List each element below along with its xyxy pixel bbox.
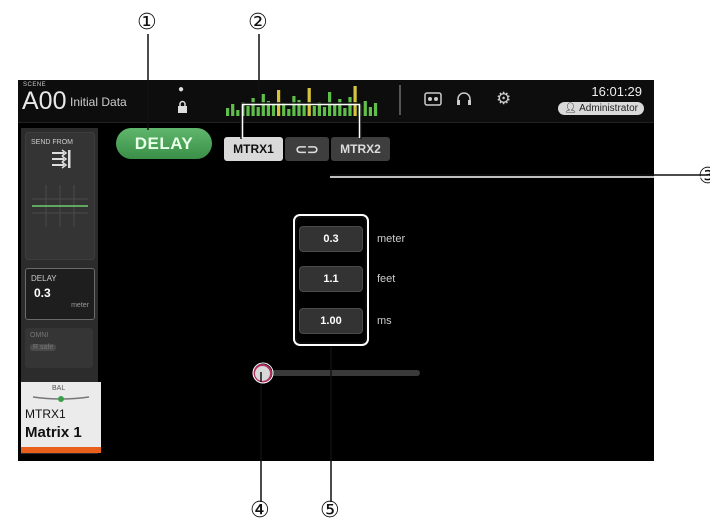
callout-lines xyxy=(147,34,708,502)
